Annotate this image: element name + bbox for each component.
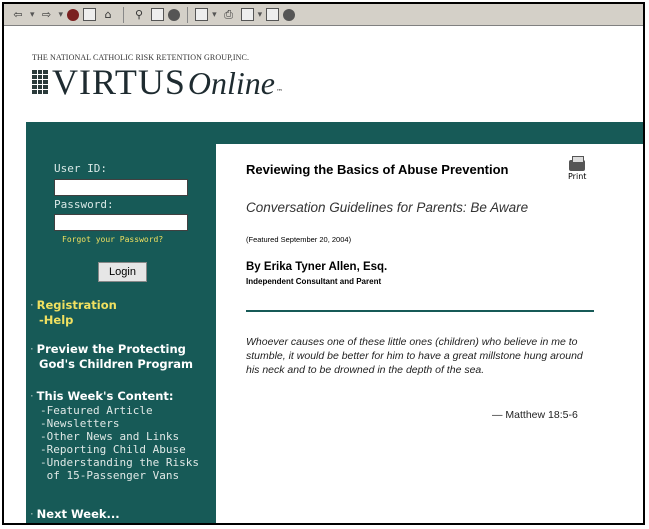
- history-icon[interactable]: [168, 8, 181, 21]
- bullet-icon: ·: [30, 298, 34, 312]
- article-title: Reviewing the Basics of Abuse Prevention: [246, 162, 509, 177]
- teal-header-band: [26, 122, 643, 144]
- this-week-item[interactable]: -Understanding the Risks: [30, 456, 199, 469]
- this-week-item[interactable]: of 15-Passenger Vans: [30, 469, 199, 482]
- divider: [246, 310, 594, 312]
- edit-icon[interactable]: [240, 8, 254, 21]
- article-subtitle: Conversation Guidelines for Parents: Be …: [246, 200, 529, 215]
- user-id-input[interactable]: [54, 179, 188, 196]
- this-week-item[interactable]: -Featured Article: [30, 404, 199, 417]
- nav-next-week: · Next Week...: [30, 507, 120, 522]
- home-icon[interactable]: ⌂: [100, 7, 116, 23]
- back-icon[interactable]: ⇦: [10, 7, 26, 23]
- this-week-heading[interactable]: This Week's Content:: [37, 389, 174, 403]
- next-week-link[interactable]: Next Week...: [37, 507, 120, 521]
- toolbar-separator: [123, 6, 125, 23]
- favorites-icon[interactable]: [151, 8, 165, 21]
- password-input[interactable]: [54, 214, 188, 231]
- nav-preview: · Preview the Protecting God's Children P…: [30, 342, 193, 372]
- this-week-item[interactable]: -Other News and Links: [30, 430, 199, 443]
- virtus-logo[interactable]: VIRTUS Online ™: [32, 64, 283, 100]
- this-week-item[interactable]: -Reporting Child Abuse: [30, 443, 199, 456]
- logo-trademark: ™: [275, 88, 283, 96]
- logo-grid-icon: [32, 70, 48, 94]
- registration-link[interactable]: Registration: [37, 298, 117, 312]
- nav-registration: · Registration -Help: [30, 298, 117, 328]
- org-name: THE NATIONAL CATHOLIC RISK RETENTION GRO…: [32, 53, 250, 62]
- forward-icon[interactable]: ⇨: [39, 7, 55, 23]
- browser-toolbar: ⇦ ▾ ⇨ ▾ ⌂ ⚲ ▾ ⎙ ▾: [4, 4, 643, 26]
- messenger-icon[interactable]: [283, 8, 296, 21]
- author-name: By Erika Tyner Allen, Esq.: [246, 261, 388, 273]
- back-dropdown-icon[interactable]: ▾: [30, 10, 35, 20]
- bullet-icon: ·: [30, 342, 34, 356]
- nav-this-week: · This Week's Content: -Featured Article …: [30, 389, 199, 482]
- forgot-password-link[interactable]: Forgot your Password?: [62, 235, 163, 244]
- password-label: Password:: [54, 198, 114, 211]
- user-id-label: User ID:: [54, 162, 107, 175]
- logo-script-text: Online: [187, 65, 275, 101]
- toolbar-separator: [187, 6, 189, 23]
- author-role: Independent Consultant and Parent: [246, 277, 382, 286]
- bullet-icon: ·: [30, 507, 34, 521]
- site-header: THE NATIONAL CATHOLIC RISK RETENTION GRO…: [4, 26, 643, 121]
- print-label: Print: [568, 172, 587, 181]
- print-toolbar-icon[interactable]: ⎙: [221, 7, 237, 23]
- search-icon[interactable]: ⚲: [131, 7, 147, 23]
- preview-link-line1[interactable]: Preview the Protecting: [37, 342, 186, 356]
- print-button[interactable]: Print: [568, 156, 587, 181]
- forward-dropdown-icon[interactable]: ▾: [59, 10, 64, 20]
- article-content: Reviewing the Basics of Abuse Prevention…: [216, 144, 643, 523]
- logo-main-text: VIRTUS: [52, 62, 186, 102]
- mail-dropdown-icon[interactable]: ▾: [212, 10, 217, 20]
- mail-icon[interactable]: [195, 8, 209, 21]
- scripture-quote: Whoever causes one of these little ones …: [246, 336, 583, 376]
- printer-icon: [569, 156, 586, 171]
- sidebar: User ID: Password: Forgot your Password?…: [26, 144, 216, 523]
- refresh-icon[interactable]: [83, 8, 97, 21]
- discuss-icon[interactable]: [266, 8, 280, 21]
- help-link[interactable]: -Help: [39, 313, 73, 327]
- stop-icon[interactable]: [67, 8, 80, 21]
- browser-window: ⇦ ▾ ⇨ ▾ ⌂ ⚲ ▾ ⎙ ▾ THE NATIONAL CATHOLIC …: [2, 2, 645, 525]
- edit-dropdown-icon[interactable]: ▾: [258, 10, 263, 20]
- scripture-citation: — Matthew 18:5-6: [492, 409, 578, 421]
- bullet-icon: ·: [30, 389, 34, 403]
- login-button[interactable]: Login: [98, 262, 147, 282]
- featured-date: (Featured September 20, 2004): [246, 235, 352, 244]
- preview-link-line2[interactable]: God's Children Program: [39, 357, 193, 371]
- this-week-item[interactable]: -Newsletters: [30, 417, 199, 430]
